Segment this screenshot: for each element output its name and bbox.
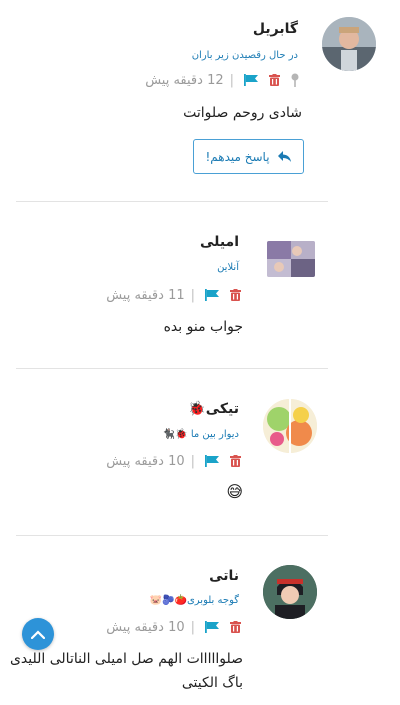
trash-icon[interactable] xyxy=(269,74,280,86)
flag-icon[interactable] xyxy=(244,74,259,86)
meta-separator: | xyxy=(190,287,195,303)
chevron-up-icon xyxy=(31,629,45,639)
comment-text-line: صلوااااات الهم صل امیلی الناتالی الليدی xyxy=(9,651,243,667)
avatar-image xyxy=(267,241,315,277)
comment-item: امیلی آنلاین | 11 دقیقه پیش جواب منو بده xyxy=(0,201,400,367)
user-status-text: گوجه بلوبری xyxy=(186,595,239,606)
comment-meta: | 12 دقیقه پیش xyxy=(145,71,300,89)
comment-text: شادی روحم صلواتت xyxy=(183,105,302,121)
user-name[interactable]: امیلی xyxy=(200,234,239,250)
reply-label: پاسخ میدهم! xyxy=(205,149,270,164)
avatar[interactable] xyxy=(267,241,315,277)
comment-time: 10 دقیقه پیش xyxy=(106,453,185,469)
trash-icon[interactable] xyxy=(230,455,241,467)
reply-button[interactable]: پاسخ میدهم! xyxy=(193,139,304,174)
user-name[interactable]: گابریل xyxy=(253,21,298,37)
trash-icon[interactable] xyxy=(230,621,241,633)
comment-text: 😅 xyxy=(226,482,243,501)
status-emoji: 🍅🫐🐷 xyxy=(149,595,187,606)
user-name[interactable]: ناتی xyxy=(209,568,239,584)
avatar-image xyxy=(322,17,376,71)
meta-separator: | xyxy=(190,453,195,469)
comment-item: تیکی🐞 دیوار بین ما 🐞🐈‍⬛ | 10 دقیقه پیش 😅 xyxy=(0,368,400,534)
user-status: آنلاین xyxy=(217,262,239,273)
user-name-text: تیکی xyxy=(205,401,239,417)
status-emoji: 🐞🐈‍⬛ xyxy=(162,429,188,440)
comment-item: گابریل در حال رقصیدن زیر باران | 12 دقیق… xyxy=(0,0,400,200)
name-emoji: 🐞 xyxy=(188,401,206,417)
pin-icon[interactable] xyxy=(290,73,300,87)
flag-icon[interactable] xyxy=(205,621,220,633)
user-status: گوجه بلوبری🍅🫐🐷 xyxy=(150,595,239,606)
avatar[interactable] xyxy=(263,565,317,619)
avatar[interactable] xyxy=(263,399,317,453)
comment-time: 11 دقیقه پیش xyxy=(106,287,185,303)
comment-time: 12 دقیقه پیش xyxy=(145,72,224,88)
user-status: دیوار بین ما 🐞🐈‍⬛ xyxy=(163,429,239,440)
flag-icon[interactable] xyxy=(205,289,220,301)
user-status-text: دیوار بین ما xyxy=(190,429,239,440)
comment-item: ناتی گوجه بلوبری🍅🫐🐷 | 10 دقیقه پیش صلواا… xyxy=(0,535,400,705)
flag-icon[interactable] xyxy=(205,455,220,467)
trash-icon[interactable] xyxy=(230,289,241,301)
meta-separator: | xyxy=(229,72,234,88)
meta-separator: | xyxy=(190,619,195,635)
comment-time: 10 دقیقه پیش xyxy=(106,619,185,635)
comment-meta: | 10 دقیقه پیش xyxy=(106,452,241,470)
comment-text-line: باگ الکیتی xyxy=(181,675,243,691)
avatar[interactable] xyxy=(322,17,376,71)
comment-text: جواب منو بده xyxy=(163,319,243,335)
user-status: در حال رقصیدن زیر باران xyxy=(191,50,298,61)
reply-icon xyxy=(277,150,291,162)
avatar-image xyxy=(263,399,317,453)
comment-meta: | 11 دقیقه پیش xyxy=(106,286,241,304)
scroll-top-button[interactable] xyxy=(22,618,54,650)
user-name[interactable]: تیکی🐞 xyxy=(188,401,239,417)
comment-text: صلوااااات الهم صل امیلی الناتالی الليدی … xyxy=(3,647,243,695)
comment-meta: | 10 دقیقه پیش xyxy=(106,618,241,636)
avatar-image xyxy=(263,565,317,619)
